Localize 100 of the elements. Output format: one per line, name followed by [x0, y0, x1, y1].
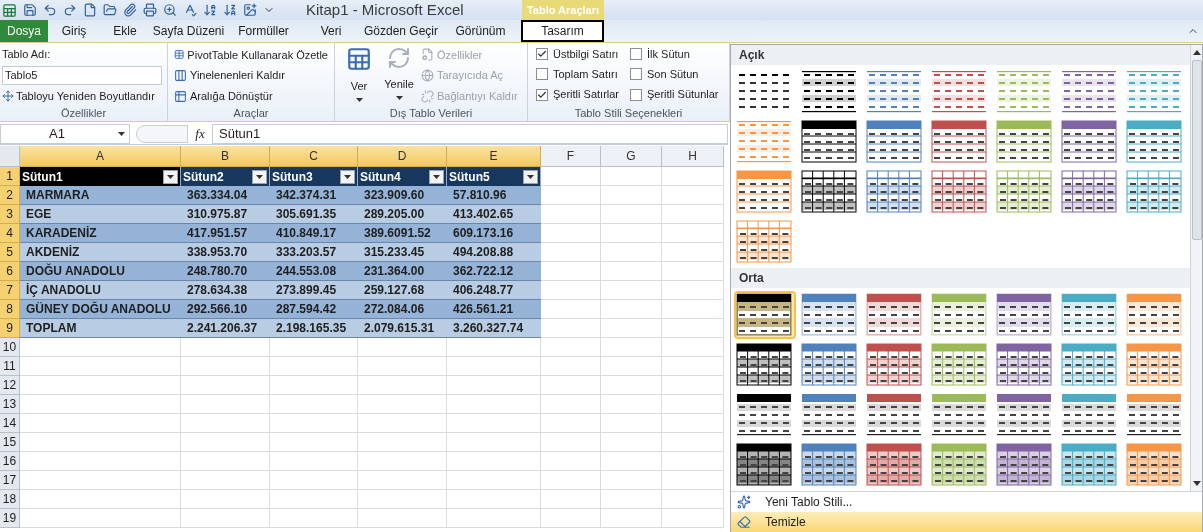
scroll-up-icon[interactable]: [1192, 48, 1201, 58]
row-header[interactable]: 3: [0, 205, 20, 224]
row-header[interactable]: 4: [0, 224, 20, 243]
table-style-swatch[interactable]: [931, 343, 989, 387]
table-style-swatch[interactable]: [736, 293, 794, 337]
table-name-field[interactable]: Tablo5: [2, 65, 162, 85]
caret-icon[interactable]: [527, 174, 534, 179]
resize-table-button[interactable]: Tabloyu Yeniden Boyutlandır: [2, 87, 163, 104]
table-style-swatch[interactable]: [931, 120, 989, 164]
spreadsheet-icon[interactable]: [2, 2, 17, 18]
table-style-swatch[interactable]: [801, 70, 859, 114]
table-style-swatch[interactable]: [866, 343, 924, 387]
table-style-swatch[interactable]: [1126, 343, 1184, 387]
large-ribbon-button[interactable]: Yenile: [381, 46, 417, 105]
caret-icon[interactable]: [167, 174, 174, 179]
table-style-swatch[interactable]: [996, 393, 1054, 437]
scrollbar-thumb[interactable]: [1191, 60, 1202, 240]
redo-icon[interactable]: [63, 3, 77, 17]
table-style-swatch[interactable]: [1126, 293, 1184, 337]
table-style-swatch[interactable]: [736, 443, 794, 487]
caret-icon[interactable]: [344, 174, 351, 179]
column-header[interactable]: G: [601, 146, 662, 167]
table-style-swatch[interactable]: [1061, 293, 1119, 337]
row-header[interactable]: 10: [0, 338, 20, 357]
table-style-swatch[interactable]: [1126, 170, 1184, 214]
table-style-swatch[interactable]: [801, 343, 859, 387]
table-style-swatch[interactable]: [1061, 443, 1119, 487]
row-header[interactable]: 15: [0, 433, 20, 452]
table-style-swatch[interactable]: [931, 393, 989, 437]
table-style-swatch[interactable]: [736, 343, 794, 387]
table-style-swatch[interactable]: [801, 120, 859, 164]
table-header-cell[interactable]: Sütun1: [20, 167, 181, 186]
caret-icon[interactable]: [355, 97, 363, 102]
table-style-swatch[interactable]: [996, 443, 1054, 487]
table-style-swatch[interactable]: [1126, 70, 1184, 114]
checkbox[interactable]: [630, 48, 642, 60]
ribbon-tab[interactable]: Ekle: [100, 20, 150, 42]
table-style-swatch[interactable]: [1061, 343, 1119, 387]
table-style-swatch[interactable]: [736, 170, 794, 214]
table-style-swatch[interactable]: [1061, 170, 1119, 214]
table-style-swatch[interactable]: [866, 70, 924, 114]
name-box[interactable]: A1: [0, 123, 130, 144]
table-style-swatch[interactable]: [931, 293, 989, 337]
table-style-swatch[interactable]: [1061, 393, 1119, 437]
row-header[interactable]: 17: [0, 471, 20, 490]
row-header[interactable]: 12: [0, 376, 20, 395]
table-style-swatch[interactable]: [931, 70, 989, 114]
column-header[interactable]: D: [358, 146, 447, 167]
ribbon-tab[interactable]: Veri: [300, 20, 362, 42]
table-style-swatch[interactable]: [866, 170, 924, 214]
scrollbar[interactable]: [1190, 45, 1202, 491]
table-style-swatch[interactable]: [996, 120, 1054, 164]
ribbon-tab[interactable]: Sayfa Düzeni: [150, 20, 227, 42]
open-folder-icon[interactable]: [103, 3, 117, 17]
image-icon[interactable]: [243, 3, 257, 17]
ribbon-tab[interactable]: Görünüm: [440, 20, 521, 42]
table-style-swatch[interactable]: [1061, 70, 1119, 114]
ribbon-tab[interactable]: Formüller: [227, 20, 300, 42]
filter-dropdown-button[interactable]: [252, 169, 267, 184]
table-style-swatch[interactable]: [996, 293, 1054, 337]
row-header[interactable]: 6: [0, 262, 20, 281]
save-icon[interactable]: [23, 3, 37, 17]
filter-dropdown-button[interactable]: [340, 169, 355, 184]
new-file-icon[interactable]: [83, 3, 97, 17]
table-style-swatch[interactable]: [1126, 120, 1184, 164]
ribbon-button[interactable]: Aralığa Dönüştür: [174, 87, 328, 105]
checkbox[interactable]: [536, 68, 548, 81]
paperclip-icon[interactable]: [123, 3, 137, 17]
table-style-swatch[interactable]: [801, 443, 859, 487]
table-style-swatch[interactable]: [996, 170, 1054, 214]
table-style-swatch[interactable]: [996, 343, 1054, 387]
ribbon-tab[interactable]: Giriş: [48, 20, 100, 42]
row-header[interactable]: 2: [0, 186, 20, 205]
ribbon-tab[interactable]: Gözden Geçir: [362, 20, 440, 42]
column-header[interactable]: E: [447, 146, 541, 167]
table-style-swatch[interactable]: [866, 443, 924, 487]
spell-check-icon[interactable]: [183, 3, 197, 17]
table-header-cell[interactable]: Sütun3: [270, 167, 358, 186]
file-tab[interactable]: Dosya: [0, 20, 48, 42]
row-header[interactable]: 5: [0, 243, 20, 262]
caret-icon[interactable]: [256, 174, 263, 179]
table-style-swatch[interactable]: [736, 220, 794, 264]
ribbon-tab[interactable]: Tasarım: [521, 20, 604, 42]
caret-icon[interactable]: [433, 174, 440, 179]
ribbon-button[interactable]: PivotTable Kullanarak Özetle: [174, 46, 328, 64]
row-header[interactable]: 11: [0, 357, 20, 376]
column-header[interactable]: A: [20, 146, 181, 167]
row-header[interactable]: 19: [0, 509, 20, 528]
table-style-swatch[interactable]: [931, 443, 989, 487]
zoom-in-icon[interactable]: [163, 3, 177, 17]
filter-dropdown-button[interactable]: [429, 169, 444, 184]
row-header[interactable]: 9: [0, 319, 20, 338]
large-ribbon-button[interactable]: Ver: [341, 46, 377, 105]
table-style-swatch[interactable]: [736, 120, 794, 164]
checkbox[interactable]: [536, 48, 548, 60]
row-header[interactable]: 8: [0, 300, 20, 319]
checkbox[interactable]: [536, 88, 548, 101]
table-style-swatch[interactable]: [866, 393, 924, 437]
formula-field[interactable]: Sütun1: [212, 123, 728, 144]
column-header[interactable]: H: [662, 146, 724, 167]
